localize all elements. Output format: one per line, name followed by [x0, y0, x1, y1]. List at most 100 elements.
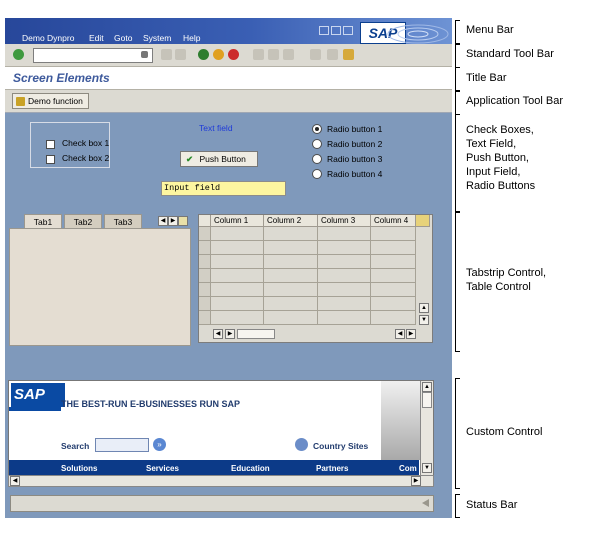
row-selector[interactable] [199, 269, 211, 283]
table-cell[interactable] [371, 269, 416, 283]
table-scroll-left-icon[interactable]: ◀ [213, 329, 223, 339]
tab-2[interactable]: Tab2 [64, 214, 102, 229]
table-corner[interactable] [199, 215, 211, 227]
menu-item-edit[interactable]: Edit [89, 33, 104, 43]
table-cell[interactable] [211, 311, 264, 325]
table-settings-icon[interactable] [416, 215, 430, 227]
command-field[interactable] [33, 48, 153, 63]
table-cell[interactable] [318, 311, 371, 325]
table-cell[interactable] [318, 227, 371, 241]
table-cell[interactable] [211, 283, 264, 297]
table-scroll-right-icon[interactable]: ▶ [225, 329, 235, 339]
cancel-icon[interactable] [228, 49, 239, 60]
table-cell[interactable] [264, 227, 318, 241]
table-cell[interactable] [264, 311, 318, 325]
web-nav-com[interactable]: Com [399, 464, 417, 473]
web-scroll-thumb[interactable] [422, 392, 432, 408]
table-cell[interactable] [371, 227, 416, 241]
enter-icon[interactable] [13, 49, 24, 60]
radio-button-4[interactable] [312, 169, 322, 179]
row-selector[interactable] [199, 255, 211, 269]
table-cell[interactable] [318, 297, 371, 311]
table-cell[interactable] [211, 297, 264, 311]
find-icon[interactable] [268, 49, 279, 60]
web-scroll-up-icon[interactable]: ▲ [422, 382, 432, 392]
table-cell[interactable] [264, 255, 318, 269]
table-scroll-down-icon[interactable]: ▼ [419, 315, 429, 325]
web-search-go-icon[interactable]: » [153, 438, 166, 451]
tab-1[interactable]: Tab1 [24, 214, 62, 229]
table-cell[interactable] [211, 255, 264, 269]
web-search-input[interactable] [95, 438, 149, 452]
table-cell[interactable] [318, 283, 371, 297]
table-cell[interactable] [318, 241, 371, 255]
row-selector[interactable] [199, 297, 211, 311]
find-next-icon[interactable] [283, 49, 294, 60]
tab-scroll-right-icon[interactable]: ▶ [168, 216, 178, 226]
table-cell[interactable] [371, 283, 416, 297]
web-nav-services[interactable]: Services [146, 464, 179, 473]
print-icon[interactable] [253, 49, 264, 60]
shortcut-icon[interactable] [327, 49, 338, 60]
help-icon[interactable] [343, 49, 354, 60]
radio-button-1[interactable] [312, 124, 322, 134]
maximize-icon[interactable] [331, 26, 341, 35]
column-header-3[interactable]: Column 3 [318, 215, 371, 227]
tab-list-icon[interactable] [178, 216, 188, 226]
save-disk-icon[interactable] [175, 49, 186, 60]
row-selector[interactable] [199, 227, 211, 241]
checkbox-2[interactable] [46, 155, 55, 164]
table-cell[interactable] [371, 297, 416, 311]
menu-item-goto[interactable]: Goto [114, 33, 132, 43]
exit-icon[interactable] [213, 49, 224, 60]
table-cell[interactable] [264, 297, 318, 311]
input-field[interactable]: Input field [161, 181, 286, 196]
table-cell[interactable] [264, 269, 318, 283]
web-scroll-left-icon[interactable]: ◀ [10, 476, 20, 486]
table-cell[interactable] [371, 241, 416, 255]
minimize-icon[interactable] [319, 26, 329, 35]
web-nav-partners[interactable]: Partners [316, 464, 348, 473]
radio-button-2[interactable] [312, 139, 322, 149]
table-cell[interactable] [211, 269, 264, 283]
table-cell[interactable] [371, 311, 416, 325]
table-cell[interactable] [211, 241, 264, 255]
web-vertical-scrollbar[interactable]: ▲ ▼ [420, 381, 433, 475]
column-header-4[interactable]: Column 4 [371, 215, 416, 227]
back-icon[interactable] [161, 49, 172, 60]
table-scrollbar-thumb[interactable] [237, 329, 275, 339]
back-arrow-icon[interactable] [198, 49, 209, 60]
web-scroll-down-icon[interactable]: ▼ [422, 463, 432, 473]
tab-scroll-left-icon[interactable]: ◀ [158, 216, 168, 226]
table-cell[interactable] [318, 269, 371, 283]
new-session-icon[interactable] [310, 49, 321, 60]
table-scroll-left2-icon[interactable]: ◀ [395, 329, 405, 339]
save-icon[interactable] [141, 51, 148, 58]
close-icon[interactable] [343, 26, 353, 35]
web-nav-education[interactable]: Education [231, 464, 270, 473]
country-sites-link[interactable]: Country Sites [313, 441, 368, 451]
demo-function-button[interactable]: Demo function [12, 93, 89, 109]
table-cell[interactable] [371, 255, 416, 269]
web-nav-solutions[interactable]: Solutions [61, 464, 97, 473]
table-cell[interactable] [264, 241, 318, 255]
column-header-2[interactable]: Column 2 [264, 215, 318, 227]
menu-item-demo-dynpro[interactable]: Demo Dynpro [22, 33, 74, 43]
menu-item-help[interactable]: Help [183, 33, 200, 43]
row-selector[interactable] [199, 283, 211, 297]
table-cell[interactable] [211, 227, 264, 241]
table-scroll-right2-icon[interactable]: ▶ [406, 329, 416, 339]
table-cell[interactable] [264, 283, 318, 297]
row-selector[interactable] [199, 311, 211, 325]
tab-3[interactable]: Tab3 [104, 214, 142, 229]
table-cell[interactable] [318, 255, 371, 269]
row-selector[interactable] [199, 241, 211, 255]
menu-item-system[interactable]: System [143, 33, 171, 43]
status-expand-icon[interactable] [422, 499, 429, 507]
column-header-1[interactable]: Column 1 [211, 215, 264, 227]
web-horizontal-scrollbar[interactable]: ◀ ▶ [8, 475, 434, 487]
web-scroll-right-icon[interactable]: ▶ [411, 476, 421, 486]
checkbox-1[interactable] [46, 140, 55, 149]
push-button[interactable]: ✔ Push Button [180, 151, 258, 167]
radio-button-3[interactable] [312, 154, 322, 164]
